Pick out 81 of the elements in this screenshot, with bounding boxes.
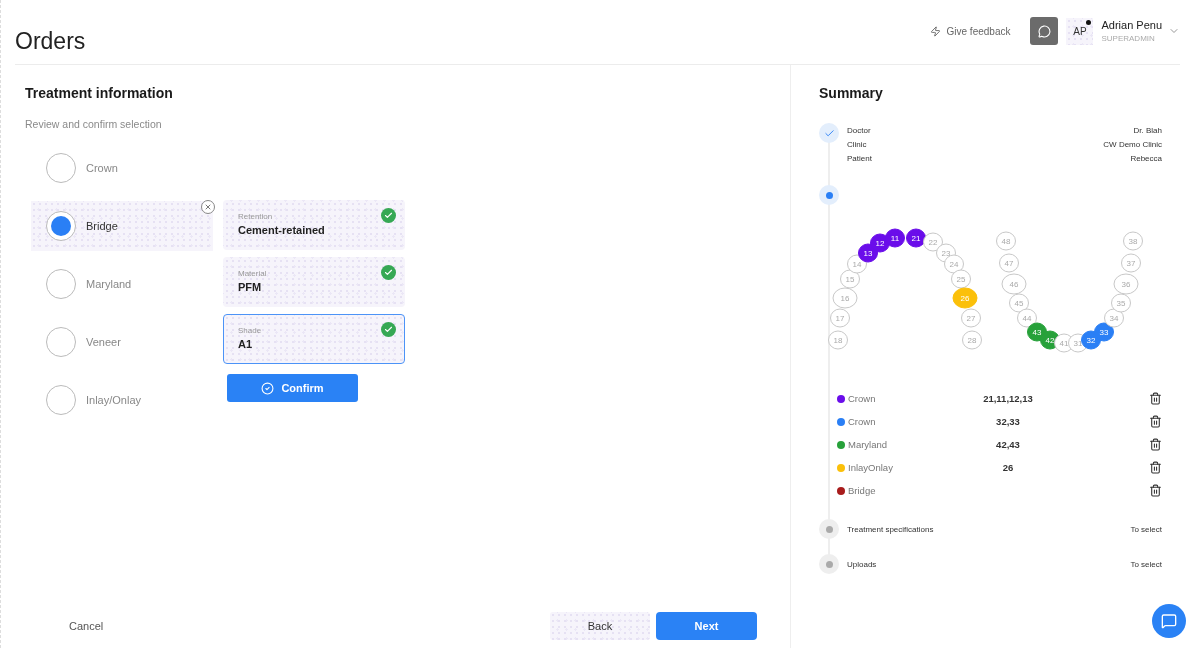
cancel-button[interactable]: Cancel (63, 619, 110, 633)
tooth[interactable]: 11 (885, 228, 905, 248)
field-label: Shade (238, 326, 263, 335)
field-value: Cement-retained (238, 224, 326, 236)
tooth[interactable]: 27 (961, 308, 981, 328)
step-current-icon (819, 185, 839, 205)
step-label: Treatment specifications (847, 524, 934, 534)
selected-option-card[interactable]: Bridge (31, 201, 213, 251)
tooth[interactable]: 36 (1113, 273, 1139, 295)
select-field[interactable]: Retention Cement-retained (223, 200, 405, 250)
chat-icon (1161, 613, 1177, 629)
detail-label: Doctor (847, 125, 871, 135)
option-label: Maryland (86, 278, 132, 290)
tooth[interactable]: 21 (906, 228, 926, 248)
detail-value: Rebecca (1130, 153, 1162, 163)
tooth[interactable]: 35 (1111, 293, 1131, 313)
delete-icon[interactable] (1149, 438, 1162, 451)
tooth[interactable]: 46 (1001, 273, 1027, 295)
detail-value: Dr. Blah (1133, 125, 1162, 135)
user-role: SUPERADMIN (1101, 34, 1156, 43)
close-icon[interactable] (201, 200, 215, 214)
radio-button[interactable] (46, 327, 76, 357)
field-label: Retention (238, 212, 274, 221)
radio-button[interactable] (46, 385, 76, 415)
section-subtitle: Review and confirm selection (25, 118, 163, 130)
step-status: To select (1130, 559, 1162, 569)
detail-label: Patient (847, 153, 872, 163)
tooth[interactable]: 17 (830, 308, 850, 328)
chat-button[interactable] (1030, 17, 1059, 45)
option-label: Inlay/Onlay (86, 394, 142, 406)
legend-teeth: 42,43 (995, 439, 1021, 450)
tooth[interactable]: 26 (952, 287, 978, 309)
radio-button[interactable] (46, 269, 76, 299)
legend-teeth: 26 (1001, 462, 1015, 473)
detail-label: Clinic (847, 139, 867, 149)
select-field[interactable]: Material PFM (223, 257, 405, 307)
option-label: Bridge (86, 220, 118, 232)
confirm-button[interactable]: Confirm (227, 374, 358, 402)
detail-value: CW Demo Clinic (1103, 139, 1162, 149)
feedback-link[interactable]: Give feedback (929, 25, 1011, 37)
step-label: Uploads (847, 559, 877, 569)
summary-title: Summary (819, 85, 884, 101)
legend-label: Maryland (848, 439, 889, 450)
legend-label: Crown (848, 416, 877, 427)
legend-label: Bridge (848, 485, 877, 496)
user-name: Adrian Penu (1101, 19, 1162, 31)
back-button[interactable]: Back (550, 612, 650, 640)
delete-icon[interactable] (1149, 461, 1162, 474)
field-label: Material (238, 269, 268, 278)
step-done-icon (819, 123, 839, 143)
tooth[interactable]: 25 (951, 269, 971, 289)
legend-teeth: 21,11,12,13 (982, 393, 1034, 404)
tooth[interactable]: 16 (832, 287, 858, 309)
select-field[interactable]: Shade A1 (223, 314, 405, 364)
tooth[interactable]: 37 (1121, 253, 1141, 273)
chat-icon (1037, 24, 1051, 38)
option-label: Crown (86, 162, 118, 174)
delete-icon[interactable] (1149, 392, 1162, 405)
option-label: Veneer (86, 336, 121, 348)
radio-button[interactable] (46, 211, 76, 241)
next-button[interactable]: Next (656, 612, 757, 640)
page-title: Orders (15, 28, 86, 55)
avatar[interactable]: AP (1066, 17, 1094, 45)
delete-icon[interactable] (1149, 484, 1162, 497)
section-title: Treatment information (25, 85, 174, 101)
field-value: PFM (238, 281, 263, 293)
tooth[interactable]: 38 (1123, 231, 1143, 251)
chat-launcher-button[interactable] (1152, 604, 1186, 638)
legend-label: Crown (848, 393, 877, 404)
tooth[interactable]: 47 (999, 253, 1019, 273)
radio-button[interactable] (46, 153, 76, 183)
tooth[interactable]: 48 (996, 231, 1016, 251)
legend-teeth: 32,33 (995, 416, 1021, 427)
check-circle-icon (261, 381, 275, 395)
step-status: To select (1130, 524, 1162, 534)
tooth[interactable]: 18 (828, 330, 848, 350)
delete-icon[interactable] (1149, 415, 1162, 428)
field-value: A1 (238, 338, 254, 350)
lightning-icon (929, 25, 941, 37)
tooth[interactable]: 28 (962, 330, 982, 350)
legend-label: InlayOnlay (848, 462, 894, 473)
